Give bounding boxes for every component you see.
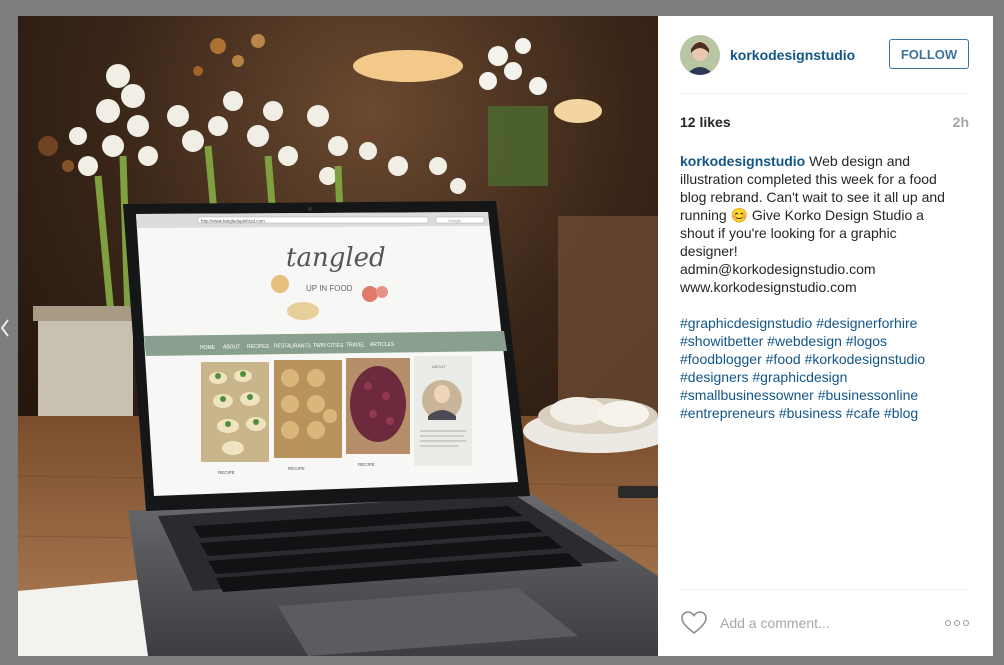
- more-options-icon[interactable]: [943, 620, 969, 626]
- avatar[interactable]: [680, 34, 720, 75]
- hashtag-link[interactable]: #designers: [680, 369, 749, 385]
- post-side-panel: korkodesignstudio FOLLOW 12 likes 2h kor…: [658, 16, 993, 656]
- hashtag-link[interactable]: #webdesign: [767, 333, 842, 349]
- hashtag-link[interactable]: #entrepreneurs: [680, 405, 775, 421]
- browser-url: http://www.tangledupinfood.com: [201, 219, 265, 224]
- caption-line-3: blog rebrand. Can't wait to see it all u…: [680, 189, 945, 205]
- recipe-card-label-2: RECIPE: [288, 466, 305, 471]
- hashtag-link[interactable]: #foodblogger: [680, 351, 762, 367]
- hashtag-link[interactable]: #graphicdesign: [752, 369, 847, 385]
- post-time[interactable]: 2h: [953, 114, 969, 130]
- caption-website: www.korkodesignstudio.com: [680, 279, 857, 295]
- caption-username[interactable]: korkodesignstudio: [680, 153, 805, 169]
- photo-illustration: http://www.tangledupinfood.com Google ta…: [18, 16, 658, 656]
- blog-nav-home: HOME: [200, 345, 216, 351]
- dot-icon: [945, 620, 951, 626]
- blog-nav-articles: ARTICLES: [370, 342, 395, 348]
- post-caption: korkodesignstudio Web design and illustr…: [680, 152, 969, 296]
- smile-emoji-icon: 😊: [730, 207, 749, 223]
- hashtag-link[interactable]: #cafe: [846, 405, 880, 421]
- hashtag-link[interactable]: #designerforhire: [816, 315, 917, 331]
- caption-line-4a: running: [680, 207, 727, 223]
- post-meta: 12 likes 2h: [680, 114, 969, 130]
- hashtags: #graphicdesignstudio #designerforhire #s…: [680, 314, 969, 422]
- hashtag-link[interactable]: #smallbusinessowner: [680, 387, 814, 403]
- blog-nav-twin-cities: TWIN CITIES: [313, 343, 344, 349]
- avatar-image: [680, 34, 720, 75]
- blog-nav-recipes: RECIPES: [247, 344, 270, 350]
- caption-line-2: illustration completed this week for a f…: [680, 171, 937, 187]
- caption-line-1: Web design and: [809, 153, 911, 169]
- blog-about-label: ABOUT: [432, 364, 446, 369]
- dot-icon: [963, 620, 969, 626]
- post-header: korkodesignstudio FOLLOW: [680, 16, 969, 94]
- hashtag-link[interactable]: #showitbetter: [680, 333, 763, 349]
- post-photo: http://www.tangledupinfood.com Google ta…: [18, 16, 658, 656]
- hashtag-link[interactable]: #business: [779, 405, 842, 421]
- recipe-card-label-3: RECIPE: [358, 462, 375, 467]
- blog-nav-about: ABOUT: [223, 345, 240, 351]
- blog-logo-bottom: UP IN FOOD: [306, 284, 353, 293]
- blog-logo-top: tangled: [286, 243, 386, 273]
- caption-line-4b: Give Korko Design Studio a: [751, 207, 924, 223]
- hashtag-link[interactable]: #korkodesignstudio: [805, 351, 926, 367]
- heart-icon[interactable]: [680, 610, 708, 636]
- chevron-left-icon[interactable]: [0, 318, 10, 338]
- hashtag-link[interactable]: #businessonline: [818, 387, 918, 403]
- username-link[interactable]: korkodesignstudio: [730, 47, 889, 63]
- comment-input[interactable]: [718, 614, 943, 632]
- likes-count[interactable]: 12 likes: [680, 114, 731, 130]
- recipe-card-label-1: RECIPE: [218, 470, 235, 475]
- caption-line-5: shout if you're looking for a graphic: [680, 225, 897, 241]
- post-footer: [680, 589, 969, 656]
- caption-line-6: designer!: [680, 243, 738, 259]
- hashtag-link[interactable]: #graphicdesignstudio: [680, 315, 812, 331]
- blog-nav-travel: TRAVEL: [346, 343, 365, 349]
- post-modal: http://www.tangledupinfood.com Google ta…: [18, 16, 993, 656]
- hashtag-link[interactable]: #food: [766, 351, 801, 367]
- caption-email: admin@korkodesignstudio.com: [680, 261, 876, 277]
- hashtag-link[interactable]: #blog: [884, 405, 918, 421]
- follow-button[interactable]: FOLLOW: [889, 39, 969, 69]
- blog-nav-restaurants: RESTAURANTS: [274, 344, 312, 350]
- browser-search: Google: [448, 218, 462, 223]
- hashtag-link[interactable]: #logos: [846, 333, 887, 349]
- dot-icon: [954, 620, 960, 626]
